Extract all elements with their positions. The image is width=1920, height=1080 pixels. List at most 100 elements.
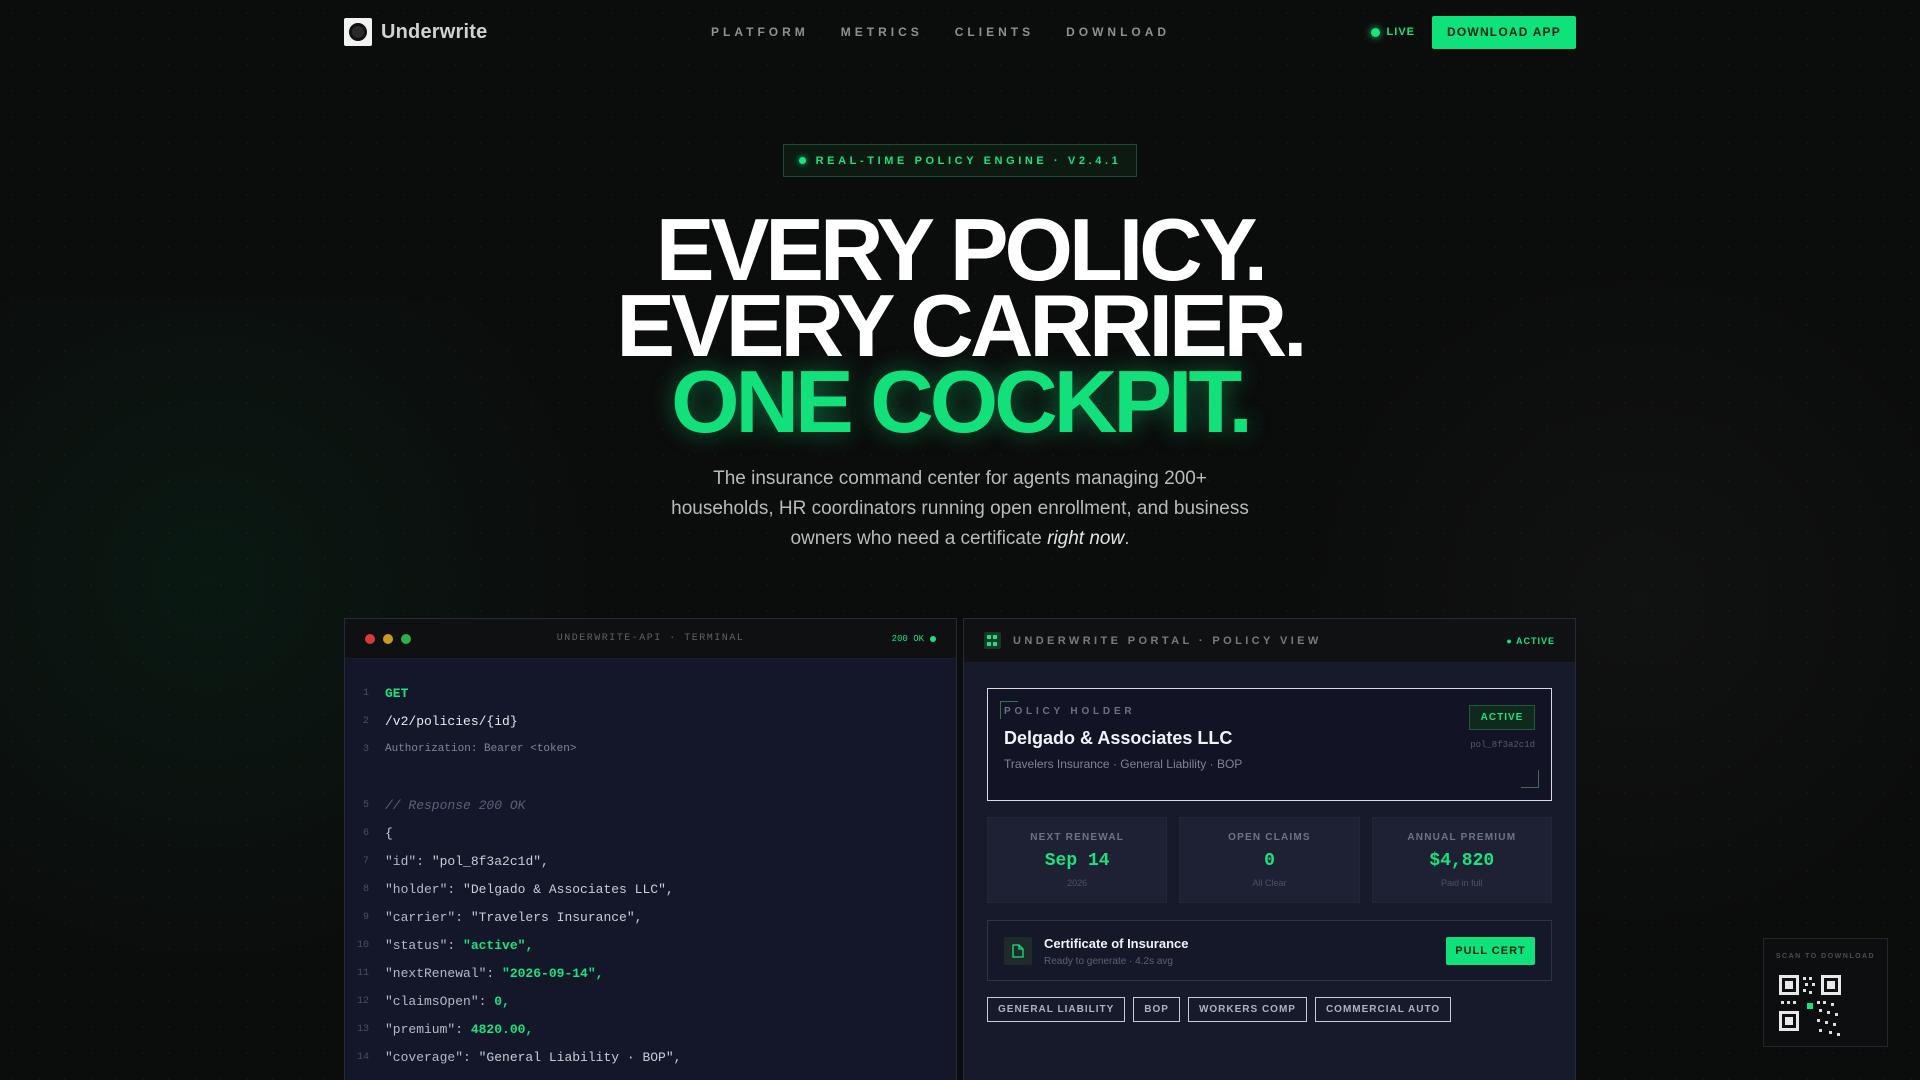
portal-active-status: ● ACTIVE — [1506, 635, 1555, 646]
portal-header: UNDERWRITE PORTAL · POLICY VIEW ● ACTIVE — [964, 619, 1575, 663]
line-number: 5 — [362, 799, 369, 811]
code-text: "status": "active", — [385, 937, 534, 953]
hero-subtitle-end: . — [1124, 528, 1130, 549]
line-number: 8 — [362, 883, 369, 895]
certificate-title: Certificate of Insurance — [1044, 936, 1189, 951]
line-number: 9 — [362, 911, 369, 923]
code-line: 9 "carrier": "Travelers Insurance", — [345, 903, 956, 931]
line-number: 2 — [362, 715, 369, 727]
line-number: 12 — [356, 995, 369, 1007]
code-text: // Response 200 OK — [385, 797, 526, 813]
policy-portal: UNDERWRITE PORTAL · POLICY VIEW ● ACTIVE… — [963, 618, 1576, 1080]
json-value: "2026-09-14", — [502, 965, 604, 981]
json-key: "claimsOpen" — [385, 993, 479, 1009]
code-text: "coverage": "General Liability · BOP", — [385, 1049, 682, 1065]
brand-logo-icon — [344, 18, 372, 46]
line-number: 3 — [362, 743, 369, 755]
json-value: "pol_8f3a2c1d", — [431, 853, 549, 869]
code-line: 2/v2/policies/{id} — [345, 707, 956, 735]
code-line: 3 Authorization: Bearer <token> — [345, 735, 956, 763]
code-line: 7 "id": "pol_8f3a2c1d", — [345, 847, 956, 875]
holder-label: POLICY HOLDER — [1004, 706, 1136, 717]
json-value: "active", — [463, 937, 534, 953]
hero-subtitle: The insurance command center for agents … — [660, 464, 1260, 554]
status-badge: ACTIVE — [1469, 705, 1535, 730]
pull-cert-button[interactable]: PULL CERT — [1446, 937, 1535, 965]
nav-link-metrics[interactable]: METRICS — [841, 25, 923, 39]
hero-subtitle-emphasis: right now — [1047, 528, 1125, 549]
json-key: "premium" — [385, 1021, 456, 1037]
qr-code-icon — [1779, 975, 1841, 1036]
code-text: /v2/policies/{id} — [385, 713, 518, 729]
nav-link-clients[interactable]: CLIENTS — [955, 25, 1034, 39]
brand[interactable]: Underwrite — [344, 18, 487, 46]
json-key: "nextRenewal" — [385, 965, 487, 981]
code-line: 1 GET — [345, 679, 956, 707]
document-icon — [1004, 937, 1032, 965]
stat-value: 0 — [1264, 851, 1275, 871]
badge-text: REAL-TIME POLICY ENGINE · V2.4.1 — [815, 154, 1122, 167]
policy-holder-card[interactable]: POLICY HOLDER Delgado & Associates LLC T… — [987, 688, 1552, 801]
json-value: 0, — [494, 993, 510, 1009]
stat-value: $4,820 — [1429, 851, 1495, 871]
code-text: "carrier": "Travelers Insurance", — [385, 909, 643, 925]
code-text: { — [385, 825, 393, 841]
line-number: 14 — [356, 1051, 369, 1063]
code-text: Authorization: Bearer <token> — [385, 743, 577, 755]
stat-sub: All Clear — [1252, 878, 1287, 888]
policy-id: pol_8f3a2c1d — [1470, 740, 1535, 750]
live-label: LIVE — [1386, 26, 1415, 38]
hero-subtitle-lead: The insurance command center for agents … — [671, 468, 1249, 549]
code-line: 11 "nextRenewal": "2026-09-14", — [345, 959, 956, 987]
corner-bracket-icon — [1521, 770, 1539, 788]
stat-next-renewal: NEXT RENEWAL Sep 14 2026 — [987, 817, 1168, 903]
qr-download-widget[interactable]: SCAN TO DOWNLOAD — [1763, 938, 1888, 1047]
code-text: "nextRenewal": "2026-09-14", — [385, 965, 604, 981]
status-dot-icon — [930, 635, 936, 642]
code-line: 14 "coverage": "General Liability · BOP", — [345, 1043, 956, 1071]
line-number: 7 — [362, 855, 369, 867]
download-app-button[interactable]: DOWNLOAD APP — [1432, 15, 1576, 49]
terminal-title: UNDERWRITE-API · TERMINAL — [556, 633, 745, 644]
json-value: "Travelers Insurance", — [470, 909, 643, 925]
stat-label: ANNUAL PREMIUM — [1407, 832, 1517, 843]
code-text: GET — [385, 685, 409, 701]
json-key: "id" — [385, 853, 417, 869]
tag-general-liability[interactable]: GENERAL LIABILITY — [987, 997, 1126, 1022]
hero-line-3: ONE COCKPIT. — [671, 352, 1253, 451]
line-number: 6 — [362, 827, 369, 839]
api-terminal: UNDERWRITE-API · TERMINAL 200 OK 1 GET 2/v… — [344, 618, 957, 1080]
code-text: "holder": "Delgado & Associates LLC", — [385, 881, 674, 897]
json-value: "Delgado & Associates LLC", — [463, 881, 674, 897]
stat-open-claims: OPEN CLAIMS 0 All Clear — [1179, 817, 1360, 903]
json-key: "status" — [385, 937, 448, 953]
code-block: 1 GET 2/v2/policies/{id} 3 Authorization: Be… — [345, 659, 956, 1071]
json-value: "General Liability · BOP", — [478, 1049, 682, 1065]
line-number: 10 — [356, 939, 369, 951]
stat-value: Sep 14 — [1044, 851, 1110, 871]
stat-sub: 2026 — [1067, 878, 1088, 888]
nav-link-download[interactable]: DOWNLOAD — [1066, 25, 1170, 39]
top-nav: Underwrite PLATFORM METRICS CLIENTS DOWN… — [344, 15, 1576, 49]
nav-right: LIVE DOWNLOAD APP — [1370, 15, 1576, 49]
stat-label: NEXT RENEWAL — [1030, 832, 1125, 843]
version-badge: REAL-TIME POLICY ENGINE · V2.4.1 — [783, 144, 1137, 177]
line-number: 11 — [356, 967, 369, 979]
tag-bop[interactable]: BOP — [1133, 997, 1180, 1022]
qr-label: SCAN TO DOWNLOAD — [1775, 953, 1876, 960]
code-line: 13 "premium": 4820.00, — [345, 1015, 956, 1043]
nav-link-platform[interactable]: PLATFORM — [711, 25, 809, 39]
brand-name: Underwrite — [381, 20, 488, 43]
code-line: 6{ — [345, 819, 956, 847]
tag-commercial-auto[interactable]: COMMERCIAL AUTO — [1314, 997, 1452, 1022]
code-line: 8 "holder": "Delgado & Associates LLC", — [345, 875, 956, 903]
terminal-status-text: 200 OK — [891, 633, 924, 644]
code-line: 5 // Response 200 OK — [345, 791, 956, 819]
live-dot-icon — [1370, 27, 1380, 37]
json-value: 4820.00, — [470, 1021, 534, 1037]
tag-workers-comp[interactable]: WORKERS COMP — [1187, 997, 1307, 1022]
portal-title: UNDERWRITE PORTAL · POLICY VIEW — [1013, 634, 1322, 647]
certificate-row: Certificate of Insurance Ready to genera… — [987, 920, 1552, 981]
stat-annual-premium: ANNUAL PREMIUM $4,820 Paid in full — [1371, 817, 1552, 903]
